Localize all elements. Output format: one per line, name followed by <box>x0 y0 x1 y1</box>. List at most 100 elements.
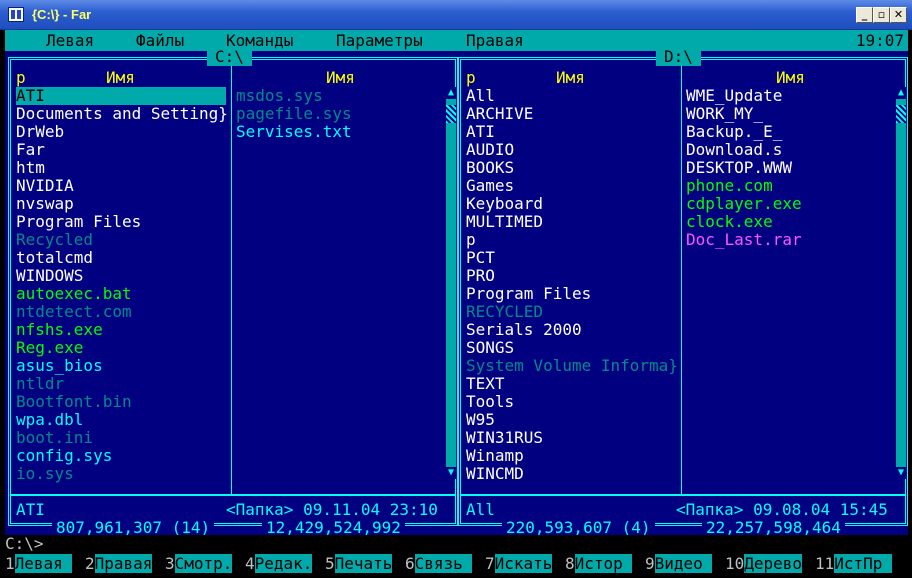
file-entry[interactable]: msdos.sys <box>236 87 441 105</box>
file-entry[interactable]: SONGS <box>466 339 686 357</box>
right-sort-indicator: p <box>466 68 476 87</box>
right-scroll-up-icon[interactable]: ▲ <box>896 87 906 99</box>
left-col1-header[interactable]: Имя <box>106 69 135 87</box>
left-scroll-down-icon[interactable]: ▼ <box>446 467 456 479</box>
fkey-1[interactable]: 1Левая <box>5 553 73 574</box>
file-entry[interactable]: NVIDIA <box>16 177 226 195</box>
file-entry-selected[interactable]: ATI <box>16 87 226 105</box>
left-col2-header[interactable]: Имя <box>326 69 355 87</box>
file-entry[interactable]: Far <box>16 141 226 159</box>
file-entry[interactable]: Documents and Setting} <box>16 105 228 123</box>
right-scrollbar[interactable] <box>896 87 906 479</box>
right-scroll-down-icon[interactable]: ▼ <box>896 467 906 479</box>
fkey-label: Печать <box>334 554 393 573</box>
file-entry[interactable]: nvswap <box>16 195 226 213</box>
fkey-label: Редак. <box>254 554 313 573</box>
file-entry[interactable]: Serials 2000 <box>466 321 686 339</box>
file-entry[interactable]: Keyboard <box>466 195 686 213</box>
file-entry[interactable]: Download.s <box>686 141 891 159</box>
fkey-5[interactable]: 5Печать <box>325 553 393 574</box>
file-entry[interactable]: W95 <box>466 411 686 429</box>
file-entry[interactable]: PCT <box>466 249 686 267</box>
file-entry[interactable]: Servises.txt <box>236 123 441 141</box>
file-entry[interactable]: DrWeb <box>16 123 226 141</box>
file-entry[interactable]: autoexec.bat <box>16 285 226 303</box>
fkey-2[interactable]: 2Правая <box>85 553 153 574</box>
fkey-4[interactable]: 4Редак. <box>245 553 313 574</box>
file-entry[interactable]: All <box>466 87 686 105</box>
file-entry[interactable]: ARCHIVE <box>466 105 686 123</box>
file-entry[interactable]: totalcmd <box>16 249 226 267</box>
left-scroll-thumb[interactable] <box>446 105 456 123</box>
far-app-icon[interactable] <box>8 7 24 22</box>
fkey-8[interactable]: 8Истор <box>565 553 633 574</box>
file-entry[interactable]: System Volume Informa} <box>466 357 686 375</box>
fkey-label: Дерево <box>744 554 803 573</box>
file-entry[interactable]: Games <box>466 177 686 195</box>
file-entry[interactable]: nfshs.exe <box>16 321 226 339</box>
left-status-info: <Папка> 09.11.04 23:10 <box>226 500 438 519</box>
fkey-10[interactable]: 10Дерево <box>725 553 803 574</box>
menu-files[interactable]: Файлы <box>136 32 184 50</box>
file-entry[interactable]: pagefile.sys <box>236 105 441 123</box>
file-entry[interactable]: AUDIO <box>466 141 686 159</box>
fkey-number: 9 <box>645 554 655 573</box>
fkey-label: Левая <box>14 554 73 573</box>
file-entry[interactable]: phone.com <box>686 177 891 195</box>
file-entry[interactable]: Doc_Last.rar <box>686 231 891 249</box>
fkey-11[interactable]: 11ИстПр <box>815 553 893 574</box>
file-entry[interactable]: WINCMD <box>466 465 686 483</box>
minimize-button[interactable]: _ <box>856 7 873 23</box>
file-entry[interactable]: WORK_MY_ <box>686 105 891 123</box>
left-status-name: ATI <box>16 500 45 519</box>
file-entry[interactable]: WIN31RUS <box>466 429 686 447</box>
file-entry[interactable]: Backup._E_ <box>686 123 891 141</box>
restore-button[interactable]: ▫ <box>873 7 890 23</box>
right-scroll-thumb[interactable] <box>896 105 906 123</box>
file-entry[interactable]: Tools <box>466 393 686 411</box>
file-entry[interactable]: ATI <box>466 123 686 141</box>
file-entry[interactable]: clock.exe <box>686 213 891 231</box>
file-entry[interactable]: config.sys <box>16 447 226 465</box>
menu-right[interactable]: Правая <box>466 32 524 50</box>
file-entry[interactable]: RECYCLED <box>466 303 686 321</box>
file-entry[interactable]: TEXT <box>466 375 686 393</box>
file-entry[interactable]: Program Files <box>466 285 686 303</box>
menu-left[interactable]: Левая <box>46 32 94 50</box>
menu-options[interactable]: Параметры <box>336 32 423 50</box>
fkey-3[interactable]: 3Смотр. <box>165 553 233 574</box>
file-entry[interactable]: p <box>466 231 686 249</box>
fkey-9[interactable]: 9Видео <box>645 553 713 574</box>
file-entry[interactable]: cdplayer.exe <box>686 195 891 213</box>
fkey-6[interactable]: 6Связь <box>405 553 473 574</box>
file-entry[interactable]: Program Files <box>16 213 226 231</box>
file-entry[interactable]: asus_bios <box>16 357 226 375</box>
file-entry[interactable]: ntldr <box>16 375 226 393</box>
right-status-separator <box>461 494 905 496</box>
fkey-7[interactable]: 7Искать <box>485 553 553 574</box>
file-entry[interactable]: MULTIMED <box>466 213 686 231</box>
file-entry[interactable]: ntdetect.com <box>16 303 226 321</box>
right-col2-header[interactable]: Имя <box>776 69 805 87</box>
file-entry[interactable]: Bootfont.bin <box>16 393 226 411</box>
file-entry[interactable]: Reg.exe <box>16 339 226 357</box>
fkey-label: Правая <box>94 554 153 573</box>
file-entry[interactable]: Winamp <box>466 447 686 465</box>
file-entry[interactable]: PRO <box>466 267 686 285</box>
close-button[interactable]: ✕ <box>890 7 907 23</box>
file-entry[interactable]: wpa.dbl <box>16 411 226 429</box>
file-entry[interactable]: WINDOWS <box>16 267 226 285</box>
file-entry[interactable]: DESKTOP.WWW <box>686 159 891 177</box>
file-entry[interactable]: BOOKS <box>466 159 686 177</box>
title-bar[interactable]: {C:\} - Far _ ▫ ✕ <box>0 0 912 30</box>
fkey-number: 10 <box>725 554 745 573</box>
file-entry[interactable]: boot.ini <box>16 429 226 447</box>
right-col1-header[interactable]: Имя <box>556 69 585 87</box>
file-entry[interactable]: htm <box>16 159 226 177</box>
left-scrollbar[interactable] <box>446 87 456 479</box>
file-entry[interactable]: Recycled <box>16 231 226 249</box>
command-line[interactable]: C:\> <box>5 535 908 553</box>
file-entry[interactable]: WME_Update <box>686 87 891 105</box>
left-scroll-up-icon[interactable]: ▲ <box>446 87 456 99</box>
file-entry[interactable]: io.sys <box>16 465 226 483</box>
